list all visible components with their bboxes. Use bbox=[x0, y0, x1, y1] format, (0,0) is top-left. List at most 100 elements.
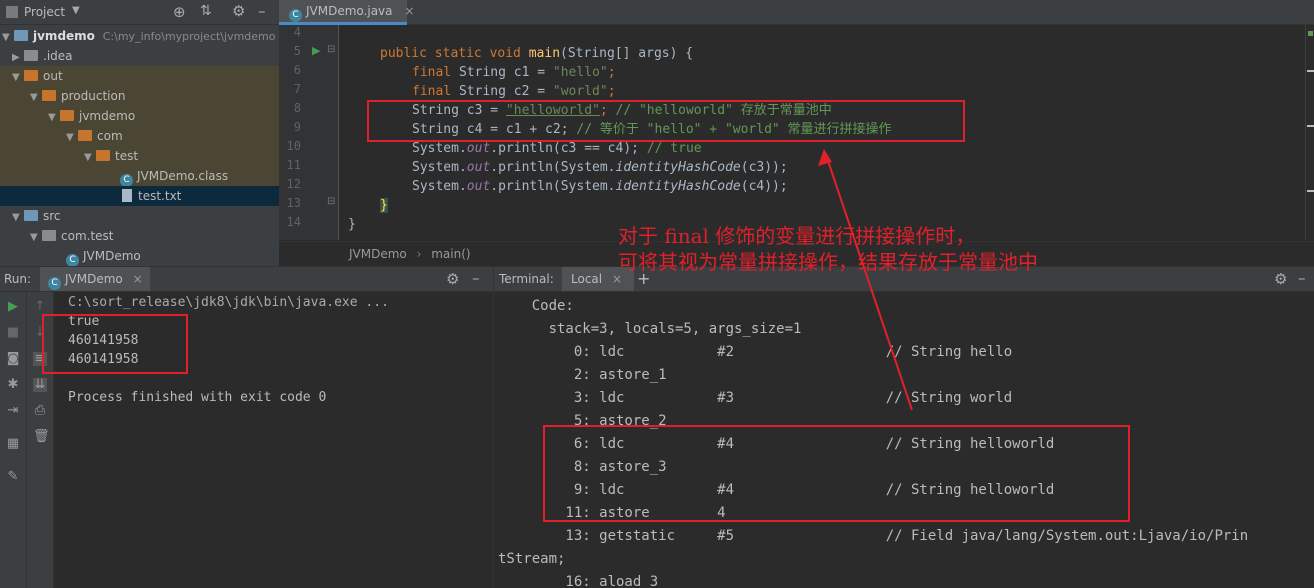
fold-icon[interactable]: ⊟ bbox=[327, 196, 335, 207]
terminal-line: 0: ldc #2 // String hello bbox=[498, 344, 1013, 360]
chevron-down-icon[interactable]: ▼ bbox=[12, 208, 24, 228]
run-gutter-icon[interactable]: ▶ bbox=[312, 44, 320, 57]
terminal-line: 3: ldc #3 // String world bbox=[498, 390, 1013, 406]
tree-item-production[interactable]: ▼ production bbox=[0, 86, 279, 106]
hide-panel-icon[interactable]: – bbox=[1298, 269, 1306, 287]
tree-item-test[interactable]: ▼ test bbox=[0, 146, 279, 166]
line-number: 12 bbox=[286, 177, 301, 191]
terminal-line: 16: aload_3 bbox=[498, 574, 659, 588]
stop-icon[interactable]: ■ bbox=[6, 326, 20, 340]
camera-icon[interactable]: ◙ bbox=[6, 352, 20, 366]
tree-item-label: com.test bbox=[61, 229, 114, 243]
chevron-right-icon[interactable]: ▶ bbox=[12, 48, 24, 68]
chevron-down-icon[interactable]: ▼ bbox=[84, 148, 96, 168]
terminal-label: Terminal: bbox=[499, 272, 554, 286]
breadcrumb-item-method[interactable]: main() bbox=[431, 247, 470, 261]
text-file-icon bbox=[122, 189, 132, 202]
breadcrumb-item-class[interactable]: JVMDemo bbox=[349, 247, 407, 261]
line-number: 6 bbox=[293, 63, 301, 77]
tree-item-label: com bbox=[97, 129, 123, 143]
chevron-down-icon[interactable]: ▼ bbox=[2, 28, 14, 48]
line-number: 11 bbox=[286, 158, 301, 172]
close-icon[interactable]: × bbox=[133, 272, 143, 286]
java-class-icon: C bbox=[289, 9, 302, 22]
chevron-down-icon[interactable]: ▼ bbox=[72, 5, 80, 16]
tree-item-label: JVMDemo.class bbox=[137, 169, 229, 183]
line-number: 7 bbox=[293, 82, 301, 96]
line-number: 8 bbox=[293, 101, 301, 115]
java-class-icon: C bbox=[48, 277, 61, 290]
terminal-line: 2: astore_1 bbox=[498, 367, 667, 383]
locate-icon[interactable]: ⊕ bbox=[173, 3, 186, 21]
console-line: C:\sort_release\jdk8\jdk\bin\java.exe ..… bbox=[68, 295, 389, 310]
annotation-box-bytecode bbox=[543, 425, 1130, 522]
tree-item-idea[interactable]: ▶ .idea bbox=[0, 46, 279, 66]
line-number: 4 bbox=[293, 25, 301, 39]
source-folder-icon bbox=[24, 210, 38, 221]
folder-icon bbox=[24, 70, 38, 81]
run-panel-header: Run: C JVMDemo × ⚙ – bbox=[0, 266, 493, 292]
tree-item-com-test[interactable]: ▼ com.test bbox=[0, 226, 279, 246]
hide-panel-icon[interactable]: – bbox=[258, 2, 266, 20]
hide-panel-icon[interactable]: – bbox=[472, 269, 480, 287]
run-label: Run: bbox=[4, 272, 32, 286]
tree-item-jvmdemo-root[interactable]: ▼ jvmdemo C:\my_info\myproject\jvmdemo bbox=[0, 26, 279, 46]
terminal-line: Code: bbox=[498, 298, 574, 314]
line-number: 13 bbox=[286, 196, 301, 210]
arrow-up-icon[interactable]: ↑ bbox=[33, 300, 47, 314]
folder-icon bbox=[96, 150, 110, 161]
tree-item-label: test.txt bbox=[138, 189, 182, 203]
scroll-to-end-icon[interactable]: ⇊ bbox=[33, 378, 47, 392]
gear-icon[interactable]: ⚙ bbox=[446, 270, 459, 288]
tree-item-src[interactable]: ▼ src bbox=[0, 206, 279, 226]
tab-label: JVMDemo bbox=[65, 272, 123, 286]
folder-icon bbox=[24, 50, 38, 61]
tree-item-label: jvmdemo bbox=[33, 29, 95, 43]
exit-icon[interactable]: ⇥ bbox=[6, 404, 20, 418]
terminal-line: 13: getstatic #5 // Field java/lang/Syst… bbox=[498, 528, 1249, 544]
line-number: 10 bbox=[286, 139, 301, 153]
tree-item-test-txt[interactable]: test.txt bbox=[0, 186, 279, 206]
chevron-down-icon[interactable]: ▼ bbox=[12, 68, 24, 88]
tree-item-com[interactable]: ▼ com bbox=[0, 126, 279, 146]
error-stripe-ok-icon bbox=[1308, 31, 1313, 36]
terminal-line: stack=3, locals=5, args_size=1 bbox=[498, 321, 802, 337]
chevron-down-icon[interactable]: ▼ bbox=[30, 228, 42, 248]
editor-scrollbar[interactable] bbox=[1305, 25, 1314, 240]
module-folder-icon bbox=[14, 30, 28, 41]
pin-icon[interactable]: ✎ bbox=[6, 470, 20, 484]
tab-run-jvmdemo[interactable]: C JVMDemo × bbox=[40, 267, 150, 291]
chevron-down-icon[interactable]: ▼ bbox=[48, 108, 60, 128]
code-line-6: final String c1 = "hello"; bbox=[412, 65, 616, 80]
tree-item-jvmdemo[interactable]: ▼ jvmdemo bbox=[0, 106, 279, 126]
rerun-icon[interactable]: ▶ bbox=[6, 300, 20, 314]
error-stripe-mark[interactable] bbox=[1307, 125, 1314, 127]
tab-jvmdemo-java[interactable]: C JVMDemo.java × bbox=[279, 0, 414, 25]
tree-item-label: src bbox=[43, 209, 61, 223]
code-line-12: System.out.println(System.identityHashCo… bbox=[412, 179, 788, 194]
chevron-down-icon[interactable]: ▼ bbox=[30, 88, 42, 108]
error-stripe-mark[interactable] bbox=[1307, 70, 1314, 72]
trash-icon[interactable]: 🗑 bbox=[33, 430, 50, 444]
annotation-text-line2: 可将其视为常量拼接操作，结果存放于常量池中 bbox=[618, 250, 1038, 274]
chevron-down-icon[interactable]: ▼ bbox=[66, 128, 78, 148]
folder-icon bbox=[60, 110, 74, 121]
tree-item-jvmdemo-class[interactable]: C JVMDemo.class bbox=[0, 166, 279, 187]
tree-item-out[interactable]: ▼ out bbox=[0, 66, 279, 86]
project-title[interactable]: Project bbox=[24, 5, 65, 19]
gear-icon[interactable]: ⚙ bbox=[232, 2, 245, 20]
fold-icon[interactable]: ⊟ bbox=[327, 44, 335, 55]
run-toolbar: ▶ ■ ◙ ✱ ⇥ ▦ ✎ bbox=[0, 292, 27, 588]
layout-icon[interactable]: ▦ bbox=[6, 437, 20, 451]
print-icon[interactable]: ⎙ bbox=[33, 404, 47, 418]
close-icon[interactable]: × bbox=[404, 4, 414, 18]
tree-item-jvmdemo-java[interactable]: C JVMDemo bbox=[0, 246, 279, 266]
collapse-all-icon[interactable]: ⇅ bbox=[200, 3, 212, 19]
code-line-7: final String c2 = "world"; bbox=[412, 84, 616, 99]
chevron-right-icon: › bbox=[416, 247, 422, 261]
annotation-text-line1: 对于 final 修饰的变量进行拼接操作时， bbox=[618, 224, 976, 248]
error-stripe-mark[interactable] bbox=[1307, 190, 1314, 192]
project-panel: Project ▼ ⊕ ⇅ ⚙ – ▼ jvmdemo C:\my_info\my… bbox=[0, 0, 279, 266]
debug-icon[interactable]: ✱ bbox=[6, 378, 20, 392]
gear-icon[interactable]: ⚙ bbox=[1274, 270, 1287, 288]
